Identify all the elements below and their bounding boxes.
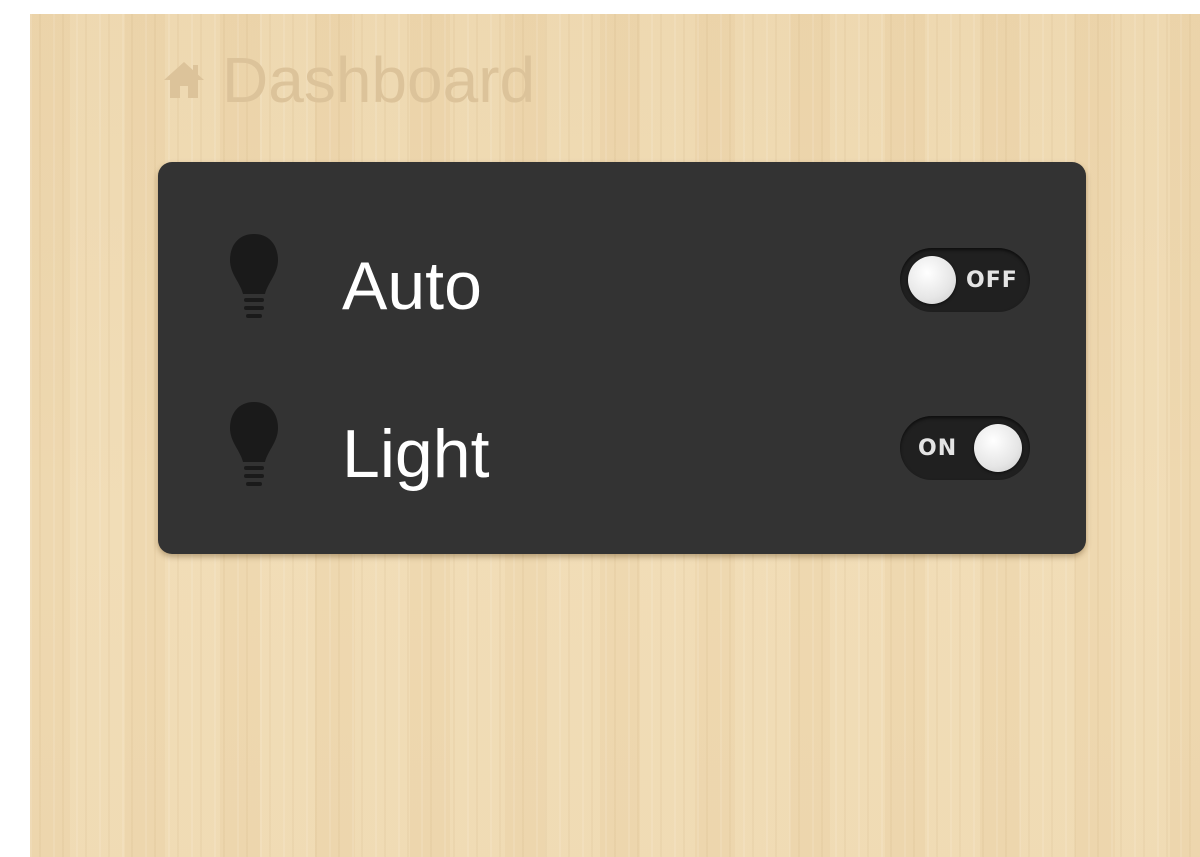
lightbulb-icon [224,230,284,340]
page-header: Dashboard [160,40,535,120]
toggle-state-text: ON [918,436,958,461]
controls-panel: Auto OFF Light ON [158,162,1086,554]
control-row-auto: Auto OFF [158,224,1086,344]
toggle-state-text: OFF [966,268,1018,293]
home-icon [160,56,208,104]
light-toggle-switch[interactable]: ON [900,416,1030,480]
page-title: Dashboard [222,44,536,116]
lightbulb-icon [224,398,284,508]
toggle-knob [908,256,956,304]
toggle-knob [974,424,1022,472]
control-row-light: Light ON [158,392,1086,512]
control-label: Light [342,416,490,492]
auto-toggle-switch[interactable]: OFF [900,248,1030,312]
control-label: Auto [342,248,482,324]
